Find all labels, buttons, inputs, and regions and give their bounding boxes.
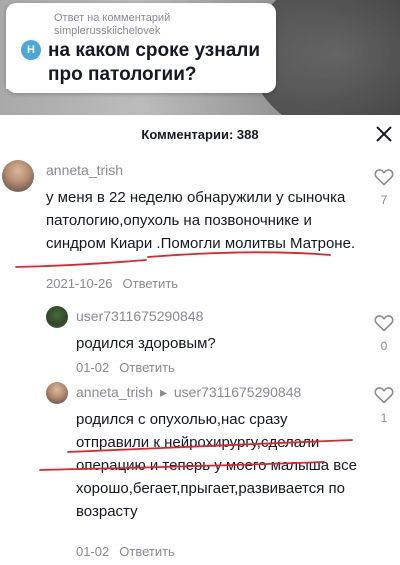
comments-count-title: Комментарии: 388: [141, 127, 259, 142]
comment-meta: 01-02 Ответить: [76, 544, 175, 559]
avatar[interactable]: [46, 306, 68, 328]
like-button[interactable]: 7: [372, 168, 396, 207]
like-count: 0: [380, 339, 388, 353]
reply-sticker-question: на каком сроке узнали про патологии?: [48, 40, 261, 85]
comment-text: родился здоровым?: [76, 335, 216, 352]
sticker-tail: [6, 81, 14, 89]
comment-text: родился с опухолью,нас сразу отправили к…: [76, 411, 357, 520]
like-button[interactable]: 0: [372, 314, 396, 353]
heart-outline-icon: [374, 387, 394, 404]
reply-button[interactable]: Ответить: [123, 276, 179, 291]
like-count: 7: [380, 193, 388, 207]
comment-meta: 2021-10-26 Ответить: [46, 276, 178, 291]
comment-meta: 01-02 Ответить: [76, 360, 175, 375]
like-count: 1: [380, 411, 388, 425]
reply-sticker: Ответ на комментарий simplerusskiichelov…: [6, 3, 276, 93]
comment-author[interactable]: anneta_trish: [76, 384, 153, 400]
reply-arrow-icon: ▸: [159, 384, 167, 400]
reply-button[interactable]: Ответить: [119, 544, 175, 559]
comment-date: 01-02: [76, 360, 110, 375]
comment-username[interactable]: user7311675290848: [76, 308, 203, 324]
reply-sticker-username: simplerusskiichelovek: [54, 25, 161, 37]
reply-sticker-avatar: H: [21, 40, 41, 60]
avatar[interactable]: [46, 382, 68, 404]
comment-text: у меня в 22 неделю обнаружили у сыночка …: [46, 189, 356, 252]
comment-date: 2021-10-26: [46, 276, 113, 291]
comment-date: 01-02: [76, 544, 110, 559]
reply-button[interactable]: Ответить: [119, 360, 175, 375]
heart-outline-icon: [374, 169, 394, 186]
video-background: Ответ на комментарий simplerusskiichelov…: [0, 0, 400, 115]
reply-to-username[interactable]: user7311675290848: [174, 384, 301, 400]
comment-username[interactable]: anneta_trish: [46, 162, 123, 178]
heart-outline-icon: [374, 315, 394, 332]
avatar[interactable]: [2, 160, 34, 192]
like-button[interactable]: 1: [372, 386, 396, 425]
comment-username[interactable]: anneta_trish ▸ user7311675290848: [76, 384, 301, 401]
close-icon[interactable]: [373, 123, 395, 145]
reply-sticker-label: Ответ на комментарий: [54, 12, 171, 24]
